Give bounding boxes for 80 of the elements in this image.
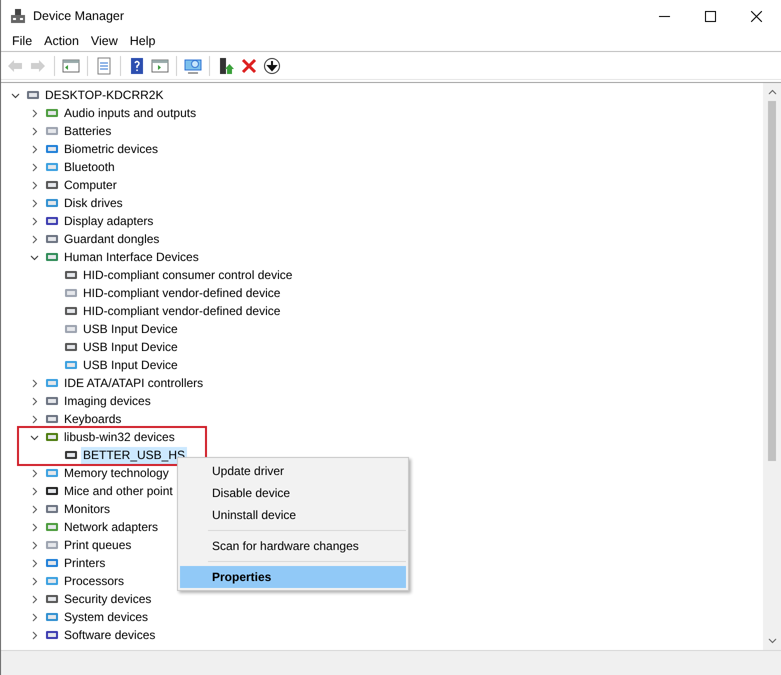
device-icon [64,322,78,336]
tree-item[interactable]: USB Input Device [81,320,180,338]
device-icon [64,304,78,318]
tree-item[interactable]: Mice and other point [62,482,175,500]
tree-item[interactable]: Human Interface Devices [62,248,201,266]
device-icon [45,574,59,588]
tree-item[interactable]: Keyboards [62,410,124,428]
menu-item[interactable]: File [6,32,38,51]
tree-item[interactable]: Print queues [62,536,134,554]
context-menu-item[interactable]: Disable device [180,482,406,504]
device-icon [45,214,59,228]
device-icon [45,466,59,480]
device-icon [45,502,59,516]
tree-item[interactable]: BETTER_USB_HS [81,446,188,464]
menu-item[interactable]: Help [124,32,162,51]
device-icon [64,358,78,372]
chevron-down-icon[interactable] [30,252,39,262]
menu-item[interactable]: Action [38,32,85,51]
device-icon [45,394,59,408]
tree-item[interactable]: Monitors [62,500,112,518]
device-icon [45,610,59,624]
tree-item[interactable]: Network adapters [62,518,160,536]
device-icon [45,250,59,264]
maximize-icon [704,10,716,22]
context-menu-item[interactable]: Uninstall device [180,504,406,526]
tree-item[interactable]: HID-compliant consumer control device [81,266,294,284]
device-icon [45,178,59,192]
app-icon [10,8,26,24]
tree-item[interactable]: HID-compliant vendor-defined device [81,284,282,302]
tree-item[interactable]: Biometric devices [62,140,160,158]
tree-item[interactable]: USB Input Device [81,338,180,356]
tree-item[interactable]: Guardant dongles [62,230,162,248]
tree-item[interactable]: Batteries [62,122,114,140]
tree-item[interactable]: DESKTOP-KDCRR2K [43,86,166,104]
device-icon [64,268,78,282]
device-icon [64,286,78,300]
tree-item[interactable]: IDE ATA/ATAPI controllers [62,374,206,392]
device-icon [45,376,59,390]
tree-item[interactable]: Audio inputs and outputs [62,104,198,122]
device-icon [45,430,59,444]
tree-item[interactable]: Processors [62,572,126,590]
context-menu-item[interactable]: Properties [180,566,406,588]
tree-item[interactable]: HID-compliant vendor-defined device [81,302,282,320]
tree-item[interactable]: Printers [62,554,108,572]
tree-item[interactable]: Software devices [62,626,158,644]
device-icon [64,340,78,354]
device-icon [45,196,59,210]
tree-item[interactable]: Imaging devices [62,392,153,410]
tree-item[interactable]: Computer [62,176,119,194]
device-icon [64,448,78,462]
device-icon [45,106,59,120]
device-icon [45,124,59,138]
close-icon [750,10,762,22]
device-icon [45,142,59,156]
window-title: Device Manager [33,8,124,25]
chevron-down-icon[interactable] [11,90,20,100]
device-icon [45,232,59,246]
scroll-down-icon[interactable] [768,636,776,645]
tree-item[interactable]: System devices [62,608,150,626]
tree-item[interactable]: Bluetooth [62,158,117,176]
device-icon [45,412,59,426]
tree-item[interactable]: USB Input Device [81,356,180,374]
scrollbar[interactable] [763,83,781,650]
chevron-down-icon[interactable] [30,432,39,442]
device-icon [45,160,59,174]
device-icon [45,592,59,606]
device-icon [45,538,59,552]
tree-item[interactable]: Display adapters [62,212,156,230]
device-icon [45,556,59,570]
menu-item[interactable]: View [84,32,124,51]
scroll-up-icon[interactable] [768,88,776,97]
device-icon [45,628,59,642]
device-icon [26,88,40,102]
tree-item[interactable]: Security devices [62,590,154,608]
tree-item[interactable]: libusb-win32 devices [62,428,177,446]
device-icon [45,520,59,534]
device-icon [45,484,59,498]
tree-item[interactable]: Disk drives [62,194,125,212]
context-menu-item[interactable]: Scan for hardware changes [180,535,406,557]
tree-item[interactable]: Memory technology [62,464,171,482]
